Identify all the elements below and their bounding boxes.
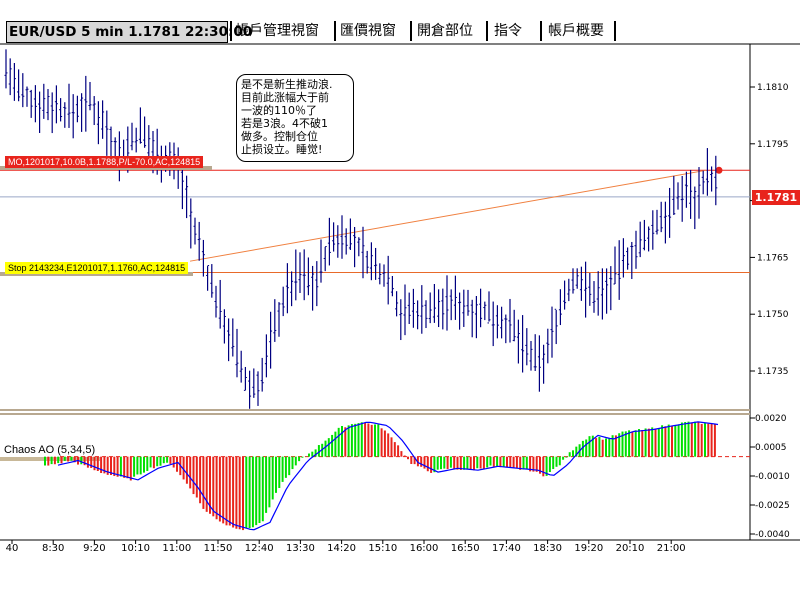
current-price-badge: 1.1781 [752,190,800,205]
annotation-note[interactable]: 是不是新生推动浪. 目前此涨幅大于前 一波的110％了 若是3浪。4不破1 做多… [236,74,354,162]
time-tick-label: 9:20 [83,543,105,554]
time-tick-label: 13:30 [286,543,315,554]
price-tick-label: 1.1750 [757,310,789,320]
chart-background [0,44,800,600]
time-tick-label: 20:10 [616,543,645,554]
time-tick-label: 16:50 [451,543,480,554]
ao-tick-label: -0.0040 [755,530,790,540]
time-tick-label: 12:40 [245,543,274,554]
time-tick-label: 18:30 [533,543,562,554]
ao-indicator-label: Chaos AO (5,34,5) [4,444,96,456]
price-tick-label: 1.1810 [757,83,789,93]
chart-area[interactable]: 1.1810 1.1795 1.1765 1.1750 1.1735 0.0020 0.0… [0,0,800,600]
time-tick-label: 8:30 [42,543,64,554]
price-tick-label: 1.1735 [757,367,789,377]
time-tick-label: 40 [6,543,19,554]
time-tick-label: 11:50 [204,543,233,554]
stop-order-tag[interactable]: Stop 2143234,E1201017,1.1760,AC,124815 [5,262,189,274]
time-tick-label: 16:00 [410,543,439,554]
ao-tick-label: -0.0010 [755,472,790,482]
time-tick-label: 11:00 [162,543,191,554]
time-tick-label: 17:40 [492,543,521,554]
mo-order-marker[interactable] [715,166,723,174]
time-tick-label: 19:20 [574,543,603,554]
ao-tick-label: 0.0020 [755,414,787,424]
mo-order-tag[interactable]: MO,1201017,10.0B,1.1788,P/L-70.0,AC,1248… [5,156,204,168]
price-tick-label: 1.1765 [757,253,789,263]
ao-tick-label: 0.0005 [755,443,787,453]
time-tick-label: 21:00 [657,543,686,554]
ao-tick-label: -0.0025 [755,501,790,511]
price-tick-label: 1.1795 [757,140,789,150]
time-tick-label: 10:10 [121,543,150,554]
time-tick-label: 14:20 [327,543,356,554]
time-tick-label: 15:10 [368,543,397,554]
